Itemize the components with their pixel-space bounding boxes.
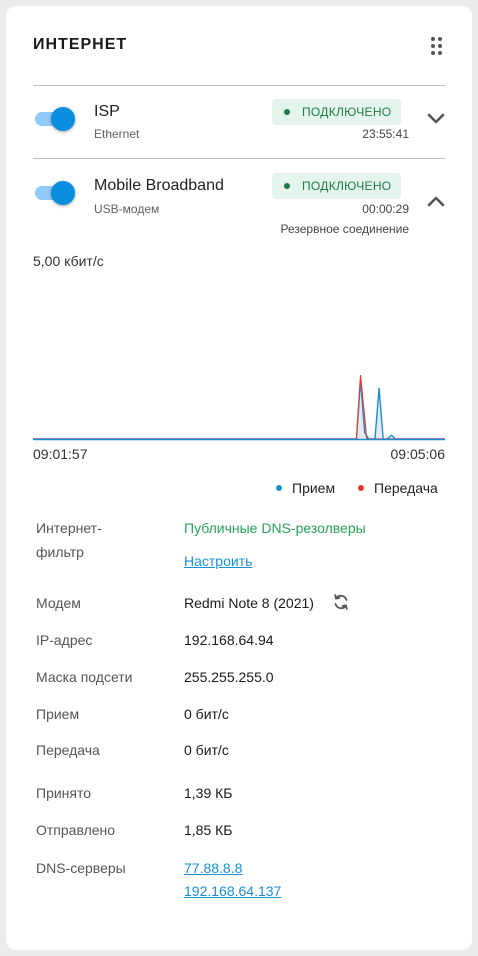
status-badge: ПОДКЛЮЧЕНО (272, 173, 402, 199)
rx-rate-value: 0 бит/с (184, 706, 229, 722)
uptime: 23:55:41 (362, 127, 409, 141)
refresh-icon[interactable] (332, 593, 350, 611)
series-area-rx (33, 380, 445, 439)
status-text: ПОДКЛЮЧЕНО (302, 179, 392, 193)
dns-server-link[interactable]: 192.168.64.137 (184, 883, 281, 899)
card-title: ИНТЕРНЕТ (33, 36, 128, 53)
tx-rate-value: 0 бит/с (184, 742, 229, 758)
mobile-broadband-toggle[interactable] (33, 181, 77, 205)
ip-value: 192.168.64.94 (184, 632, 274, 648)
configure-filter-link[interactable]: Настроить (184, 553, 252, 569)
isp-toggle[interactable] (33, 107, 77, 131)
connection-role: Резервное соединение (280, 222, 409, 236)
internet-card: ИНТЕРНЕТ ISP Ethernet ПОДКЛЮЧЕНО 23:55:4… (6, 6, 472, 950)
rx-rate-label: Прием (36, 706, 80, 722)
series-line-tx (33, 374, 445, 440)
traffic-chart (33, 374, 445, 441)
connection-name: Mobile Broadband (94, 177, 224, 194)
legend-label: Передача (374, 480, 438, 496)
connection-type: Ethernet (94, 127, 140, 141)
tx-rate-label: Передача (36, 742, 100, 758)
legend-dot-icon (276, 485, 282, 491)
dns-servers-label: DNS-серверы (36, 860, 126, 876)
sent-label: Отправлено (36, 822, 116, 838)
sent-value: 1,85 КБ (184, 822, 233, 838)
connection-type: USB-модем (94, 202, 160, 216)
chart-x-start-label: 09:01:57 (33, 446, 88, 462)
status-badge: ПОДКЛЮЧЕНО (272, 99, 402, 125)
internet-filter-label-line2: фильтр (36, 544, 84, 560)
divider (33, 158, 445, 159)
ip-label: IP-адрес (36, 632, 93, 648)
divider (33, 85, 445, 86)
drag-handle-icon[interactable] (431, 37, 445, 55)
received-value: 1,39 КБ (184, 785, 233, 801)
received-label: Принято (36, 785, 92, 801)
chart-x-end-label: 09:05:06 (390, 446, 446, 462)
legend-item-rx: Прием (276, 480, 335, 496)
dns-server-link[interactable]: 77.88.8.8 (184, 860, 242, 876)
status-text: ПОДКЛЮЧЕНО (302, 105, 392, 119)
modem-value: Redmi Note 8 (2021) (184, 595, 314, 611)
legend-label: Прием (292, 480, 336, 496)
uptime: 00:00:29 (362, 202, 409, 216)
subnet-mask-label: Маска подсети (36, 669, 133, 685)
legend-item-tx: Передача (358, 480, 438, 496)
connection-name: ISP (94, 103, 120, 120)
legend-dot-icon (358, 485, 364, 491)
chevron-down-icon[interactable] (426, 112, 446, 126)
series-line-rx (33, 379, 445, 440)
status-dot-icon (284, 183, 290, 189)
subnet-mask-value: 255.255.255.0 (184, 669, 274, 685)
chart-y-max-label: 5,00 кбит/с (33, 253, 104, 269)
modem-label: Модем (36, 595, 81, 611)
status-dot-icon (284, 109, 290, 115)
internet-filter-label-line1: Интернет- (36, 520, 102, 536)
internet-filter-value: Публичные DNS-резолверы (184, 520, 366, 536)
chevron-up-icon[interactable] (426, 194, 446, 208)
